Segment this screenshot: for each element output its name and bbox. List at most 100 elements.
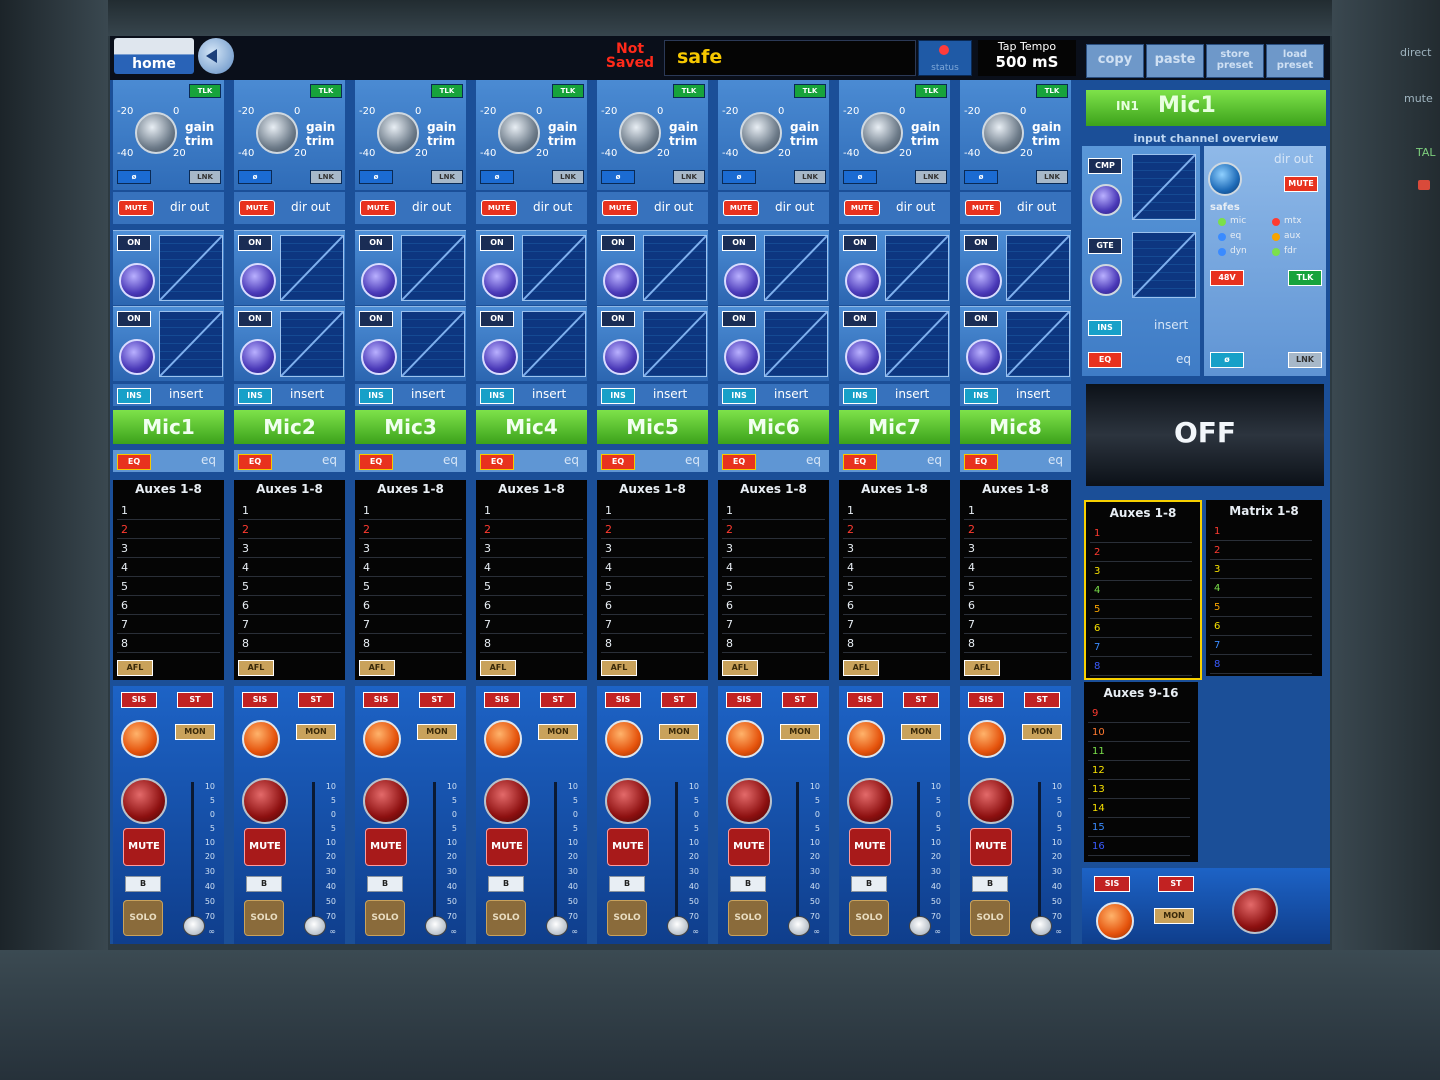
eq-button[interactable]: EQ bbox=[964, 454, 998, 470]
gain-knob[interactable] bbox=[982, 112, 1024, 154]
aux-send-item[interactable]: 1 bbox=[359, 502, 462, 520]
overview-matrix-item[interactable]: 3 bbox=[1210, 560, 1312, 579]
level-knob[interactable] bbox=[121, 778, 167, 824]
dir-out-mute-button[interactable]: MUTE bbox=[965, 200, 1001, 216]
tlk-button[interactable]: TLK bbox=[189, 84, 221, 98]
afl-button[interactable]: AFL bbox=[117, 660, 153, 676]
overview-pan-knob[interactable] bbox=[1096, 902, 1134, 940]
mute-button[interactable]: MUTE bbox=[607, 828, 649, 866]
compressor-on-button[interactable]: ON bbox=[480, 235, 514, 251]
overview-aux-item[interactable]: 6 bbox=[1090, 619, 1192, 638]
compressor-on-button[interactable]: ON bbox=[238, 235, 272, 251]
aux-send-item[interactable]: 2 bbox=[359, 521, 462, 539]
back-button[interactable] bbox=[198, 38, 234, 74]
gain-knob[interactable] bbox=[740, 112, 782, 154]
gate-on-button[interactable]: ON bbox=[843, 311, 877, 327]
aux-send-item[interactable]: 3 bbox=[964, 540, 1067, 558]
overview-aux-9-16-item[interactable]: 16 bbox=[1088, 837, 1190, 856]
pan-knob[interactable] bbox=[968, 720, 1006, 758]
aux-send-item[interactable]: 8 bbox=[843, 635, 946, 653]
sis-button[interactable]: SIS bbox=[242, 692, 278, 708]
solo-button[interactable]: SOLO bbox=[607, 900, 647, 936]
aux-send-item[interactable]: 3 bbox=[601, 540, 704, 558]
ins-button[interactable]: INS bbox=[238, 388, 272, 404]
pan-knob[interactable] bbox=[605, 720, 643, 758]
eq-button[interactable]: EQ bbox=[359, 454, 393, 470]
phase-button[interactable]: ø bbox=[117, 170, 151, 184]
ins-button[interactable]: INS bbox=[722, 388, 756, 404]
pan-knob[interactable] bbox=[242, 720, 280, 758]
aux-send-item[interactable]: 1 bbox=[601, 502, 704, 520]
st-button[interactable]: ST bbox=[1024, 692, 1060, 708]
overview-lnk-button[interactable]: LNK bbox=[1288, 352, 1322, 368]
overview-matrix-item[interactable]: 1 bbox=[1210, 522, 1312, 541]
gain-knob[interactable] bbox=[498, 112, 540, 154]
overview-aux-item[interactable]: 7 bbox=[1090, 638, 1192, 657]
aux-send-item[interactable]: 3 bbox=[117, 540, 220, 558]
st-button[interactable]: ST bbox=[419, 692, 455, 708]
sis-button[interactable]: SIS bbox=[363, 692, 399, 708]
eq-button[interactable]: EQ bbox=[117, 454, 151, 470]
aux-send-item[interactable]: 5 bbox=[480, 578, 583, 596]
gate-on-button[interactable]: ON bbox=[722, 311, 756, 327]
compressor-knob[interactable] bbox=[119, 263, 155, 299]
level-knob[interactable] bbox=[605, 778, 651, 824]
b-button[interactable]: B bbox=[125, 876, 161, 892]
st-button[interactable]: ST bbox=[298, 692, 334, 708]
aux-send-item[interactable]: 2 bbox=[843, 521, 946, 539]
gate-on-button[interactable]: ON bbox=[601, 311, 635, 327]
level-knob[interactable] bbox=[242, 778, 288, 824]
aux-send-item[interactable]: 7 bbox=[964, 616, 1067, 634]
compressor-on-button[interactable]: ON bbox=[359, 235, 393, 251]
st-button[interactable]: ST bbox=[782, 692, 818, 708]
fader-handle[interactable] bbox=[788, 916, 810, 936]
eq-button[interactable]: EQ bbox=[601, 454, 635, 470]
tlk-button[interactable]: TLK bbox=[310, 84, 342, 98]
gain-knob[interactable] bbox=[861, 112, 903, 154]
gate-knob[interactable] bbox=[240, 339, 276, 375]
mon-button[interactable]: MON bbox=[1022, 724, 1062, 740]
sis-button[interactable]: SIS bbox=[605, 692, 641, 708]
aux-send-item[interactable]: 8 bbox=[238, 635, 341, 653]
safe-dyn-led-icon[interactable] bbox=[1218, 248, 1226, 256]
aux-send-item[interactable]: 7 bbox=[359, 616, 462, 634]
fader-handle[interactable] bbox=[546, 916, 568, 936]
solo-button[interactable]: SOLO bbox=[970, 900, 1010, 936]
mon-button[interactable]: MON bbox=[901, 724, 941, 740]
overview-matrix-item[interactable]: 4 bbox=[1210, 579, 1312, 598]
safe-aux-led-icon[interactable] bbox=[1272, 233, 1280, 241]
st-button[interactable]: ST bbox=[661, 692, 697, 708]
off-display[interactable]: OFF bbox=[1086, 384, 1324, 486]
tap-tempo-button[interactable]: Tap Tempo 500 mS bbox=[978, 40, 1076, 76]
overview-aux-item[interactable]: 1 bbox=[1090, 524, 1192, 543]
channel-name-button[interactable]: Mic7 bbox=[839, 410, 950, 444]
aux-send-item[interactable]: 7 bbox=[722, 616, 825, 634]
gain-knob[interactable] bbox=[256, 112, 298, 154]
tlk-button[interactable]: TLK bbox=[915, 84, 947, 98]
overview-mon-button[interactable]: MON bbox=[1154, 908, 1194, 924]
overview-channel-name[interactable]: IN1 Mic1 bbox=[1086, 90, 1326, 126]
safe-mic-led-icon[interactable] bbox=[1218, 218, 1226, 226]
afl-button[interactable]: AFL bbox=[843, 660, 879, 676]
gate-knob[interactable] bbox=[724, 339, 760, 375]
pan-knob[interactable] bbox=[363, 720, 401, 758]
tlk-button[interactable]: TLK bbox=[431, 84, 463, 98]
safe-mtx-led-icon[interactable] bbox=[1272, 218, 1280, 226]
aux-send-item[interactable]: 1 bbox=[843, 502, 946, 520]
solo-button[interactable]: SOLO bbox=[365, 900, 405, 936]
aux-send-item[interactable]: 4 bbox=[117, 559, 220, 577]
pan-knob[interactable] bbox=[847, 720, 885, 758]
eq-button[interactable]: EQ bbox=[238, 454, 272, 470]
cmp-knob[interactable] bbox=[1090, 184, 1122, 216]
compressor-knob[interactable] bbox=[603, 263, 639, 299]
mon-button[interactable]: MON bbox=[538, 724, 578, 740]
ins-button[interactable]: INS bbox=[843, 388, 877, 404]
gate-on-button[interactable]: ON bbox=[480, 311, 514, 327]
phantom-48v-button[interactable]: 48V bbox=[1210, 270, 1244, 286]
aux-send-item[interactable]: 1 bbox=[722, 502, 825, 520]
channel-name-button[interactable]: Mic6 bbox=[718, 410, 829, 444]
mon-button[interactable]: MON bbox=[417, 724, 457, 740]
phase-button[interactable]: ø bbox=[843, 170, 877, 184]
dir-out-mute-button[interactable]: MUTE bbox=[844, 200, 880, 216]
dir-out-mute-button[interactable]: MUTE bbox=[239, 200, 275, 216]
